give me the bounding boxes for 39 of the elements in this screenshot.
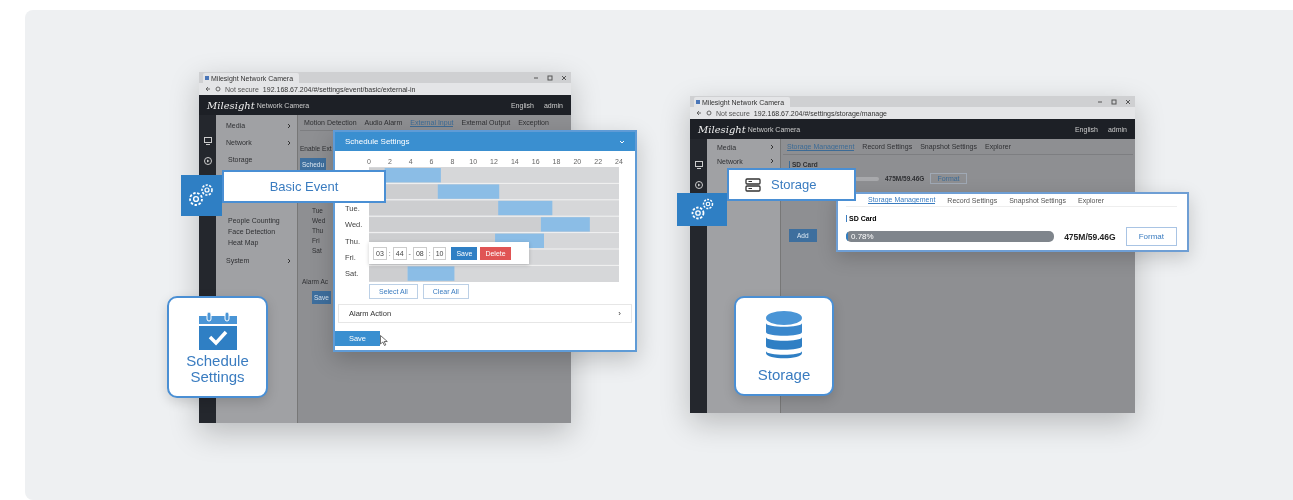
feature-title: Schedule Settings [185,352,250,385]
format-button[interactable]: Format [1125,227,1177,246]
chevron-icon [770,158,774,164]
back-icon[interactable] [696,110,702,116]
reload-icon[interactable] [215,86,221,92]
brand-logo: Milesight [207,99,255,111]
play-icon[interactable] [203,157,212,165]
dialog-title: Schedule Settings [345,137,410,146]
brand-logo: Milesight [698,123,746,135]
minimize-icon[interactable] [1097,98,1103,105]
close-icon[interactable] [1125,98,1131,105]
close-icon[interactable] [561,74,567,81]
play-icon[interactable] [694,181,703,189]
callout-tooltip: Basic Event [222,170,386,203]
percent-label: 0.78% [851,232,874,241]
chevron-icon: › [618,309,621,318]
minimize-icon[interactable] [533,74,539,81]
monitor-icon[interactable] [203,137,212,145]
database-icon [764,309,804,360]
server-icon [745,177,761,192]
calendar-check-icon [196,309,239,350]
maximize-icon[interactable] [1111,98,1117,105]
monitor-icon[interactable] [694,161,703,169]
back-icon[interactable] [205,86,211,92]
feature-title: Storage [757,366,811,383]
chevron-icon [287,122,291,129]
reload-icon[interactable] [706,110,712,116]
callout-label: Storage [771,177,817,192]
gears-icon [181,175,222,216]
favicon-icon [205,76,209,80]
chevron-icon [287,139,291,146]
collapse-icon[interactable] [619,139,625,144]
maximize-icon[interactable] [547,74,553,81]
cursor-icon [380,335,388,346]
favicon-icon [696,100,700,104]
schedule-bar[interactable] [384,168,441,183]
chevron-icon [287,257,291,264]
chevron-icon [770,144,774,150]
usage-text: 475M/59.46G [1064,231,1116,242]
